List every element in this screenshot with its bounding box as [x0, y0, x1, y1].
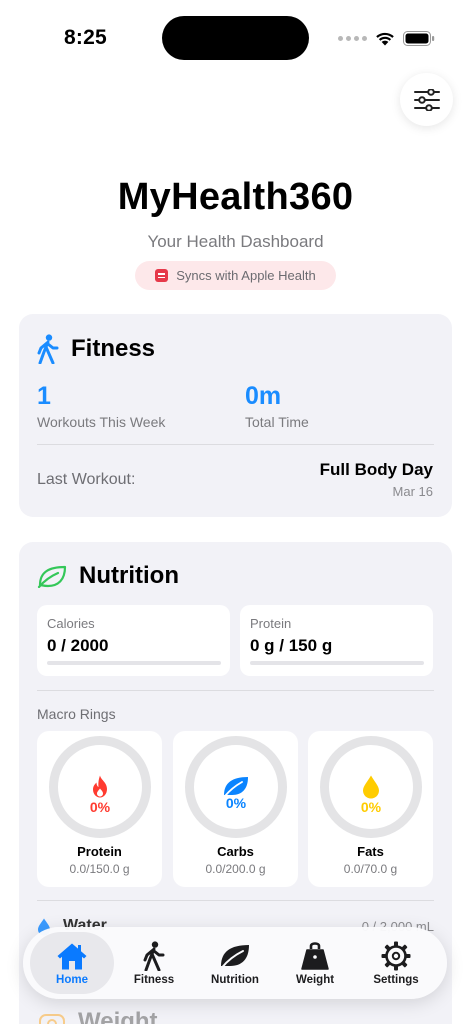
protein-ring: 0%	[49, 736, 151, 838]
kettlebell-icon	[300, 940, 330, 972]
flame-icon	[58, 775, 142, 798]
calories-label: Calories	[47, 616, 95, 631]
protein-label: Protein	[250, 616, 292, 631]
total-time-value: 0m	[245, 382, 282, 410]
last-workout-label: Last Workout:	[37, 471, 136, 488]
carbs-ring-name: Carbs	[217, 844, 254, 859]
protein-value: 0 g / 150 g	[250, 636, 333, 655]
last-workout-name: Full Body Day	[319, 460, 433, 479]
protein-summary: Protein 0 g / 150 g	[240, 605, 433, 676]
tab-nutrition-label: Nutrition	[211, 974, 259, 986]
tab-settings[interactable]: Settings	[354, 932, 438, 994]
tab-home-label: Home	[56, 974, 88, 986]
protein-ring-name: Protein	[77, 844, 122, 859]
walking-figure-icon	[143, 940, 165, 972]
sliders-icon	[413, 88, 440, 111]
tab-weight[interactable]: Weight	[273, 932, 357, 994]
leaf-icon	[194, 775, 278, 797]
scale-icon	[39, 1014, 65, 1024]
workouts-label: Workouts This Week	[37, 414, 166, 430]
app-subtitle: Your Health Dashboard	[147, 232, 324, 251]
water-divider	[37, 900, 434, 901]
calories-summary: Calories 0 / 2000	[37, 605, 230, 676]
protein-ring-detail: 0.0/150.0 g	[69, 862, 130, 876]
wifi-icon	[376, 32, 394, 45]
fats-ring-percent: 0%	[360, 799, 382, 815]
carbs-ring-percent: 0%	[225, 795, 247, 811]
battery-icon	[403, 30, 435, 46]
calories-progress-bar	[47, 661, 221, 665]
carbs-ring: 0%	[185, 736, 287, 838]
calories-value: 0 / 2000	[47, 636, 109, 655]
nutrition-divider	[37, 690, 434, 691]
last-workout-date: Mar 16	[392, 484, 433, 499]
tab-bar: Home Fitness Nutrition Weight Settings	[23, 927, 447, 999]
tab-fitness[interactable]: Fitness	[112, 932, 196, 994]
status-icons	[338, 28, 435, 48]
status-bar: 8:25	[0, 0, 471, 70]
drop-icon	[329, 775, 413, 799]
tab-weight-label: Weight	[295, 974, 335, 986]
app-title: MyHealth360	[117, 176, 354, 218]
fats-ring-detail: 0.0/70.0 g	[343, 862, 398, 876]
leaf-icon	[219, 940, 251, 972]
weight-card-title: Weight	[78, 1008, 158, 1024]
tab-home[interactable]: Home	[30, 932, 114, 994]
weight-card-peek: Weight	[38, 1008, 158, 1024]
apple-health-sync-badge: Syncs with Apple Health	[135, 261, 336, 290]
fitness-card-title: Fitness	[71, 335, 156, 362]
fats-ring-name: Fats	[357, 844, 384, 859]
tab-nutrition[interactable]: Nutrition	[193, 932, 277, 994]
fats-ring: 0%	[320, 736, 422, 838]
status-time: 8:25	[64, 26, 107, 49]
fats-ring-card: 0% Fats 0.0/70.0 g	[308, 731, 433, 887]
filter-settings-button[interactable]	[400, 73, 453, 126]
total-time-label: Total Time	[245, 414, 309, 430]
health-record-icon	[155, 269, 169, 282]
home-screen: 8:25 MyHealth360 Your Health Dashboard S…	[0, 0, 471, 1024]
dynamic-island	[162, 16, 309, 60]
tab-fitness-label: Fitness	[133, 974, 175, 986]
nutrition-card-header: Nutrition	[37, 562, 179, 590]
carbs-ring-detail: 0.0/200.0 g	[205, 862, 266, 876]
sync-badge-label: Syncs with Apple Health	[176, 268, 316, 283]
leaf-icon	[37, 565, 67, 588]
protein-progress-bar	[250, 661, 424, 665]
walking-figure-icon	[37, 334, 59, 364]
protein-ring-percent: 0%	[89, 799, 111, 815]
protein-ring-card: 0% Protein 0.0/150.0 g	[37, 731, 162, 887]
house-icon	[56, 940, 88, 972]
tab-settings-label: Settings	[373, 974, 419, 986]
carbs-ring-card: 0% Carbs 0.0/200.0 g	[173, 731, 298, 887]
cellular-signal-icon	[338, 35, 367, 41]
workouts-count: 1	[37, 382, 51, 410]
fitness-card-header: Fitness	[37, 334, 155, 364]
gear-icon	[381, 940, 411, 972]
fitness-divider	[37, 444, 434, 445]
nutrition-card-title: Nutrition	[79, 562, 179, 589]
macro-rings-label: Macro Rings	[37, 706, 116, 722]
fitness-card[interactable]: Fitness 1 Workouts This Week 0m Total Ti…	[19, 314, 452, 517]
